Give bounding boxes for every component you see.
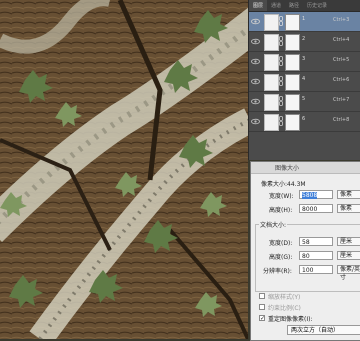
doc-size-label: 文档大小:	[259, 220, 288, 229]
camouflage-image	[0, 0, 248, 339]
eye-icon[interactable]	[251, 17, 260, 26]
layer-mask-thumbnail[interactable]	[285, 114, 300, 131]
layer-thumbnail	[264, 34, 279, 51]
link-icon	[279, 16, 283, 26]
image-size-dialog: 图像大小 像素大小:44.3M 宽度(W): 5808 像素 高度(H): 80…	[250, 161, 360, 341]
document-canvas[interactable]	[0, 0, 248, 339]
layer-row[interactable]: 4 Ctrl+6	[249, 72, 360, 92]
resample-label: 重定图像像素(I):	[268, 316, 313, 323]
eye-icon[interactable]	[251, 57, 260, 66]
doc-width-unit: 厘米	[340, 238, 353, 245]
doc-height-label: 高度(G):	[269, 254, 293, 261]
layer-row[interactable]: 6 Ctrl+8	[249, 112, 360, 132]
layer-name: 5	[302, 96, 306, 102]
eye-icon[interactable]	[251, 117, 260, 126]
width-value: 5808	[302, 192, 318, 199]
link-icon	[279, 116, 283, 126]
height-unit: 像素	[340, 205, 353, 212]
tab-layers[interactable]: 图层	[249, 0, 268, 11]
link-icon	[279, 96, 283, 106]
panel-tabs: 图层 通道 路径 历史记录	[249, 0, 360, 12]
resample-checkbox[interactable]: ✓	[259, 315, 265, 322]
layer-shortcut: Ctrl+4	[333, 37, 350, 43]
layer-mask-thumbnail[interactable]	[285, 94, 300, 111]
layer-shortcut: Ctrl+8	[333, 117, 350, 123]
layer-thumbnail	[264, 54, 279, 71]
layer-shortcut: Ctrl+5	[333, 57, 350, 63]
layer-thumbnail	[264, 114, 279, 131]
height-label: 高度(H):	[269, 207, 293, 214]
constrain-proportions-label: 约束比例(C)	[268, 305, 301, 312]
scale-styles-checkbox[interactable]	[259, 293, 265, 299]
eye-icon[interactable]	[251, 77, 260, 86]
layers-panel: 图层 通道 路径 历史记录 1 Ctrl+3 2 Ctrl+4 3 Ctrl+5…	[248, 0, 360, 160]
width-label: 宽度(W):	[269, 193, 294, 200]
layer-row[interactable]: 5 Ctrl+7	[249, 92, 360, 112]
height-input[interactable]: 8000	[299, 204, 333, 213]
layer-thumbnail	[264, 94, 279, 111]
resample-method-value: 两次立方（自动）	[291, 327, 340, 334]
layer-name: 1	[302, 16, 306, 22]
height-value: 8000	[302, 206, 318, 213]
layer-thumbnail	[264, 74, 279, 91]
layer-thumbnail	[264, 14, 279, 31]
tab-channels[interactable]: 通道	[267, 0, 285, 11]
layer-name: 3	[302, 56, 306, 62]
doc-height-unit-select[interactable]: 厘米	[337, 251, 360, 260]
width-unit: 像素	[340, 191, 353, 198]
tab-paths[interactable]: 路径	[285, 0, 303, 11]
layer-mask-thumbnail[interactable]	[285, 74, 300, 91]
dialog-title-bar[interactable]: 图像大小	[251, 162, 360, 174]
layer-name: 2	[302, 36, 306, 42]
doc-width-value: 58	[302, 239, 310, 246]
width-input[interactable]: 5808	[299, 190, 333, 199]
layer-row[interactable]: 3 Ctrl+5	[249, 52, 360, 72]
link-icon	[279, 56, 283, 66]
layer-row[interactable]: 1 Ctrl+3	[249, 12, 360, 32]
layer-shortcut: Ctrl+6	[333, 77, 350, 83]
layer-shortcut: Ctrl+3	[333, 17, 350, 23]
resolution-input[interactable]: 100	[299, 265, 333, 274]
layer-mask-thumbnail[interactable]	[285, 54, 300, 71]
link-icon	[279, 76, 283, 86]
doc-width-unit-select[interactable]: 厘米	[337, 237, 360, 246]
dialog-title: 图像大小	[275, 165, 300, 172]
doc-width-label: 宽度(D):	[269, 240, 293, 247]
resample-method-select[interactable]: 两次立方（自动）	[287, 325, 360, 335]
layer-name: 6	[302, 116, 306, 122]
resolution-unit-select[interactable]: 像素/英寸	[337, 265, 360, 281]
height-unit-select[interactable]: 像素	[337, 204, 360, 213]
layer-row[interactable]: 2 Ctrl+4	[249, 32, 360, 52]
link-icon	[279, 36, 283, 46]
doc-height-unit: 厘米	[340, 252, 353, 259]
layer-mask-thumbnail[interactable]	[285, 34, 300, 51]
doc-width-input[interactable]: 58	[299, 237, 333, 246]
tab-history[interactable]: 历史记录	[303, 0, 331, 11]
resolution-label: 分辨率(R):	[263, 268, 292, 275]
pixel-size-label: 像素大小:44.3M	[261, 181, 306, 188]
layer-name: 4	[302, 76, 306, 82]
width-unit-select[interactable]: 像素	[337, 190, 360, 199]
doc-height-value: 80	[302, 253, 310, 260]
eye-icon[interactable]	[251, 97, 260, 106]
resolution-value: 100	[302, 267, 314, 274]
constrain-proportions-checkbox[interactable]	[259, 304, 265, 310]
layer-mask-thumbnail[interactable]	[285, 14, 300, 31]
scale-styles-label: 缩放样式(Y)	[268, 294, 301, 301]
doc-height-input[interactable]: 80	[299, 251, 333, 260]
eye-icon[interactable]	[251, 37, 260, 46]
layer-shortcut: Ctrl+7	[333, 97, 350, 103]
